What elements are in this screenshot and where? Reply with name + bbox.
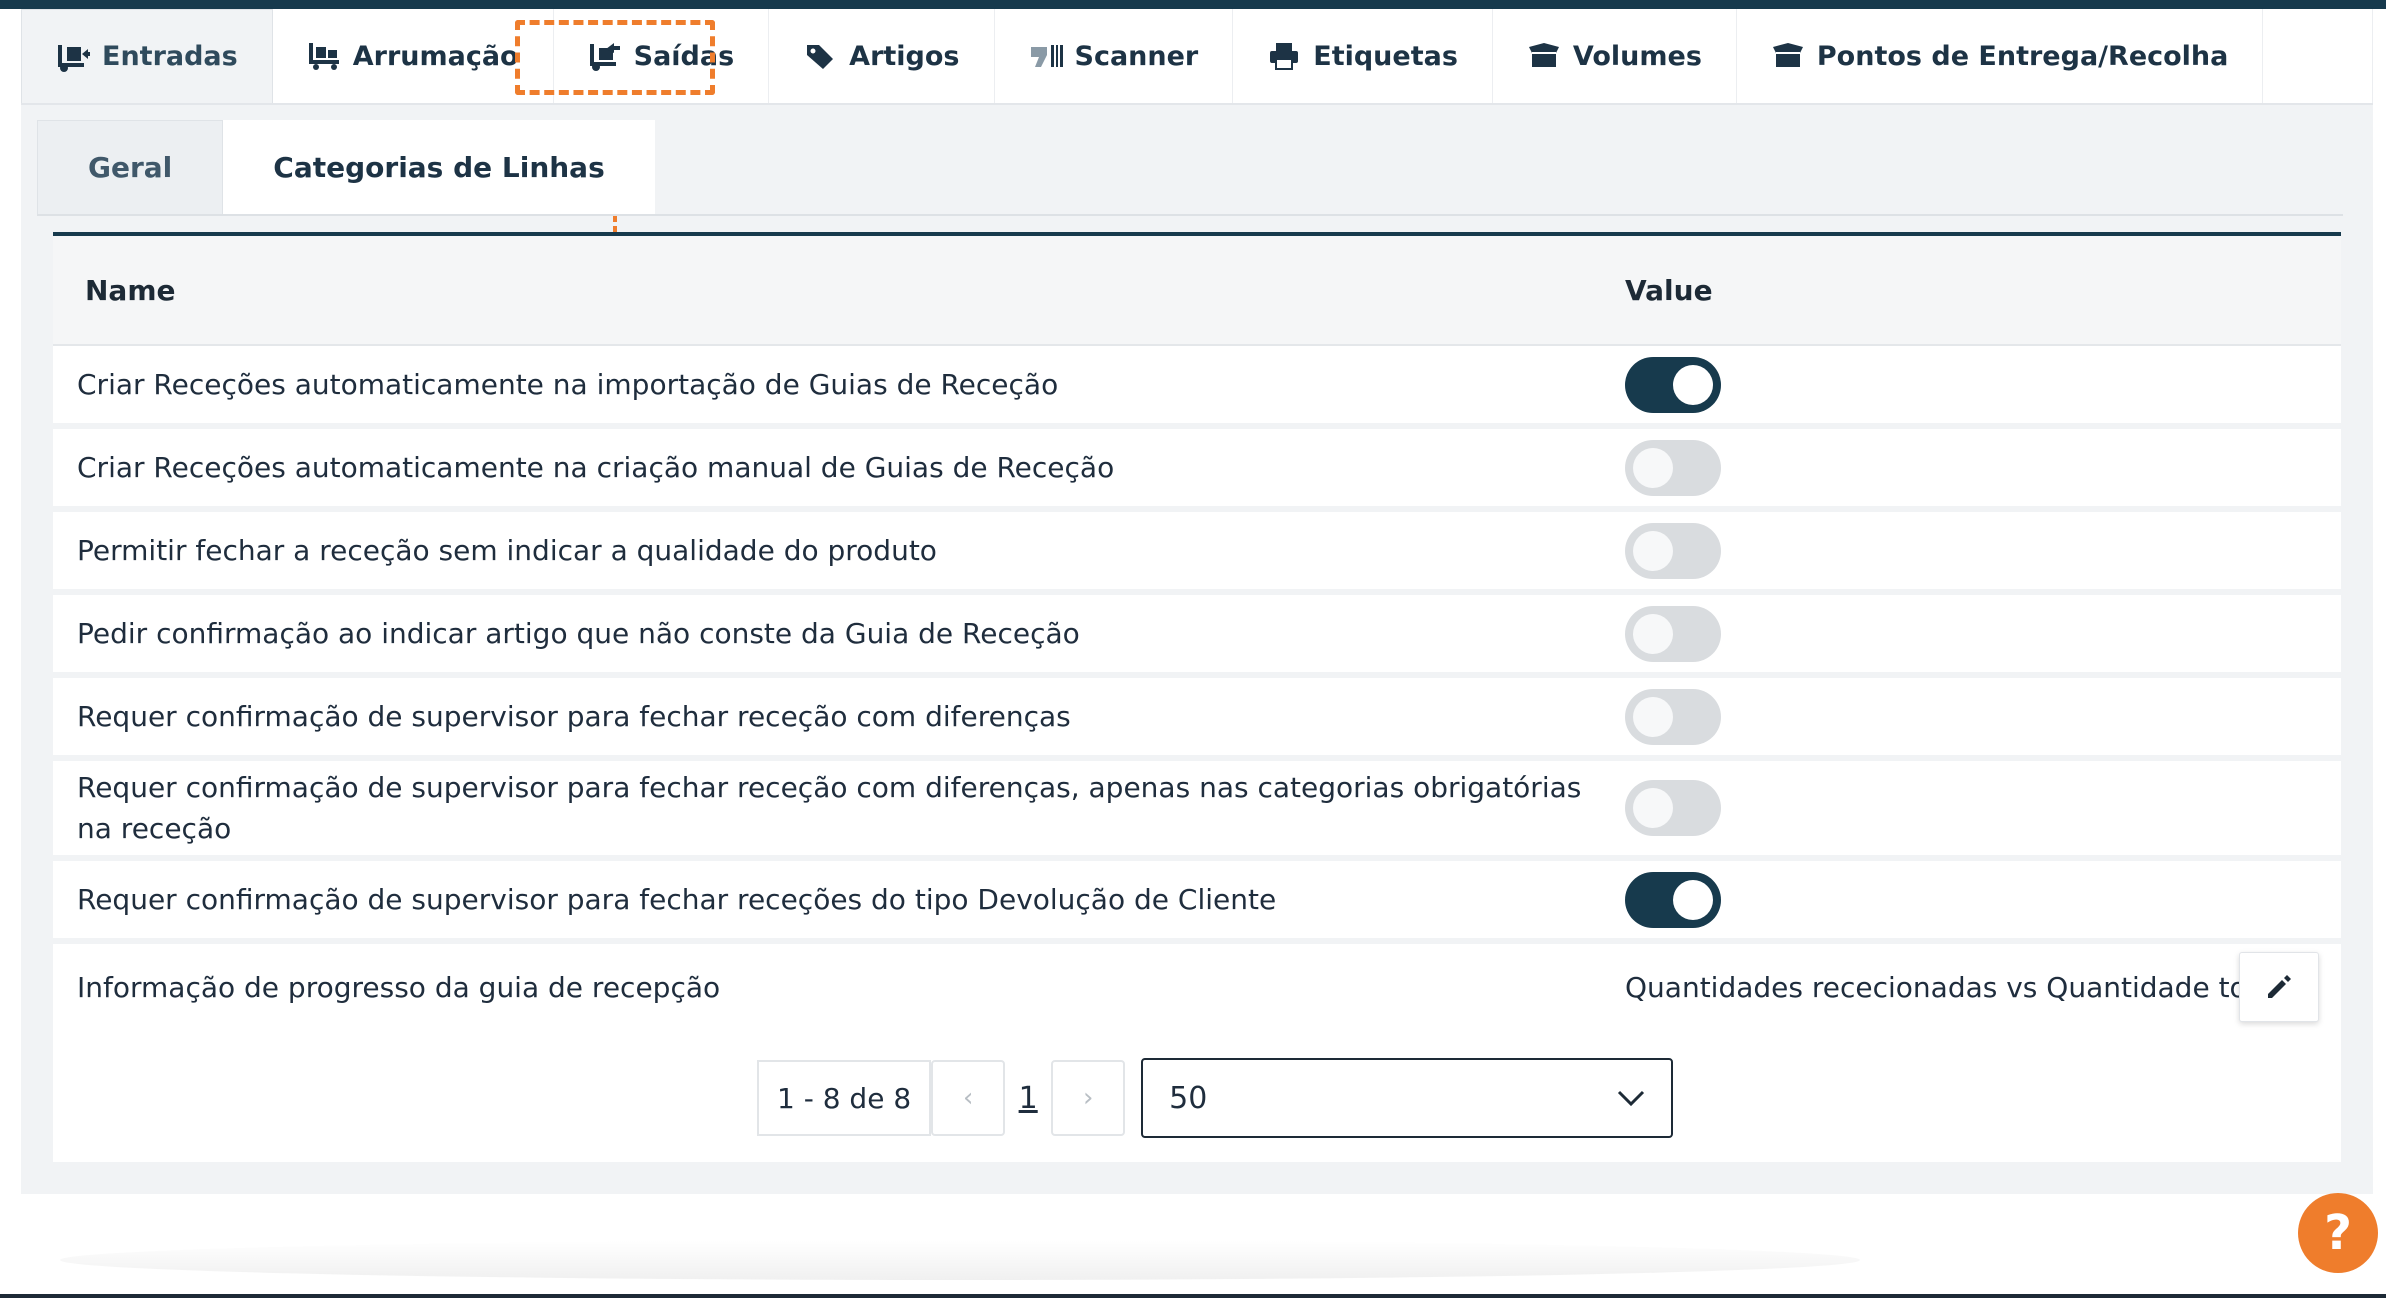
table-row: Criar Receções automaticamente na import… — [53, 346, 2341, 429]
tab-bar-filler — [2263, 9, 2373, 103]
setting-value — [1625, 861, 2341, 938]
tab-arrumacao[interactable]: Arrumação — [272, 9, 554, 103]
tab-label: Artigos — [849, 40, 960, 72]
setting-value — [1625, 429, 2341, 506]
tab-label: Arrumação — [352, 40, 519, 72]
setting-value — [1625, 678, 2341, 755]
tab-label: Entradas — [102, 41, 238, 72]
table-row: Criar Receções automaticamente na criaçã… — [53, 429, 2341, 512]
tab-label: Pontos de Entrega/Recolha — [1816, 40, 2229, 72]
table-row: Permitir fechar a receção sem indicar a … — [53, 512, 2341, 595]
sub-tabs: Geral Categorias de Linhas — [37, 120, 2343, 216]
tab-label: Volumes — [1572, 40, 1702, 72]
toggle-switch[interactable] — [1625, 780, 1721, 836]
toggle-switch[interactable] — [1625, 356, 1721, 413]
pallet-truck-icon — [307, 41, 341, 71]
help-button[interactable]: ? — [2298, 1193, 2378, 1273]
setting-value — [1625, 761, 2341, 855]
top-bar — [0, 0, 2386, 9]
settings-table: Name Value Criar Receções automaticament… — [53, 232, 2341, 1162]
page-size-value: 50 — [1169, 1080, 1208, 1116]
table-header: Name Value — [53, 236, 2341, 346]
tab-pontos-entrega-recolha[interactable]: Pontos de Entrega/Recolha — [1736, 9, 2264, 103]
pagination-range: 1 - 8 de 8 — [757, 1060, 932, 1136]
table-row: Pedir confirmação ao indicar artigo que … — [53, 595, 2341, 678]
tab-label: Scanner — [1074, 40, 1199, 72]
toggle-switch[interactable] — [1625, 605, 1721, 662]
dolly-out-icon — [588, 41, 622, 71]
table-row: Requer confirmação de supervisor para fe… — [53, 761, 2341, 861]
tab-entradas[interactable]: Entradas — [21, 9, 273, 103]
page-number-link[interactable]: 1 — [1005, 1060, 1051, 1136]
subtab-label: Categorias de Linhas — [273, 150, 605, 184]
table-row: Requer confirmação de supervisor para fe… — [53, 861, 2341, 944]
setting-name: Requer confirmação de supervisor para fe… — [77, 700, 1071, 733]
pagination: 1 - 8 de 8 ‹ 1 › 50 — [757, 1058, 1674, 1138]
tab-saidas[interactable]: Saídas — [553, 9, 770, 103]
setting-value — [1625, 346, 2341, 423]
setting-name: Criar Receções automaticamente na criaçã… — [77, 451, 1115, 484]
tab-label: Etiquetas — [1313, 40, 1458, 72]
setting-name: Informação de progresso da guia de recep… — [77, 970, 721, 1004]
setting-value: Quantidades rececionadas vs Quantidade t… — [1625, 944, 2341, 1030]
main-tabs: Entradas Arrumação Saídas Artigos Scanne… — [21, 9, 2373, 105]
dolly-in-icon — [56, 42, 90, 72]
tab-artigos[interactable]: Artigos — [769, 9, 995, 103]
chevron-down-icon — [1618, 1090, 1645, 1107]
pencil-icon — [2268, 975, 2291, 998]
edit-button[interactable] — [2239, 952, 2319, 1022]
setting-name: Criar Receções automaticamente na import… — [77, 368, 1059, 401]
bottom-shadow — [60, 1240, 1860, 1280]
tag-icon — [803, 41, 837, 71]
setting-name: Permitir fechar a receção sem indicar a … — [77, 534, 937, 567]
setting-name: Requer confirmação de supervisor para fe… — [77, 771, 1582, 845]
setting-name: Pedir confirmação ao indicar artigo que … — [77, 617, 1080, 650]
table-row: Informação de progresso da guia de recep… — [53, 944, 2341, 1030]
next-page-button[interactable]: › — [1051, 1060, 1126, 1136]
tab-etiquetas[interactable]: Etiquetas — [1233, 9, 1493, 103]
barcode-scanner-icon — [1029, 41, 1063, 71]
page-size-select[interactable]: 50 — [1141, 1058, 1674, 1138]
column-header-value: Value — [1625, 273, 1713, 307]
setting-value — [1625, 512, 2341, 589]
box-open-icon — [1771, 41, 1805, 71]
subtab-categorias-de-linhas[interactable]: Categorias de Linhas — [223, 120, 655, 214]
column-header-name: Name — [85, 273, 176, 307]
subtab-label: Geral — [88, 151, 173, 184]
toggle-switch[interactable] — [1625, 871, 1721, 928]
tab-scanner[interactable]: Scanner — [994, 9, 1234, 103]
table-row: Requer confirmação de supervisor para fe… — [53, 678, 2341, 761]
toggle-switch[interactable] — [1625, 688, 1721, 745]
prev-page-button[interactable]: ‹ — [931, 1060, 1006, 1136]
tab-label: Saídas — [633, 40, 735, 72]
setting-value-text: Quantidades rececionadas vs Quantidade t… — [1625, 970, 2298, 1004]
toggle-switch[interactable] — [1625, 439, 1721, 496]
printer-icon — [1267, 41, 1301, 71]
box-open-icon — [1527, 41, 1561, 71]
setting-name: Requer confirmação de supervisor para fe… — [77, 883, 1277, 916]
bottom-edge — [0, 1294, 2386, 1298]
tab-volumes[interactable]: Volumes — [1492, 9, 1737, 103]
subtab-geral[interactable]: Geral — [37, 120, 224, 214]
setting-value — [1625, 595, 2341, 672]
toggle-switch[interactable] — [1625, 522, 1721, 579]
